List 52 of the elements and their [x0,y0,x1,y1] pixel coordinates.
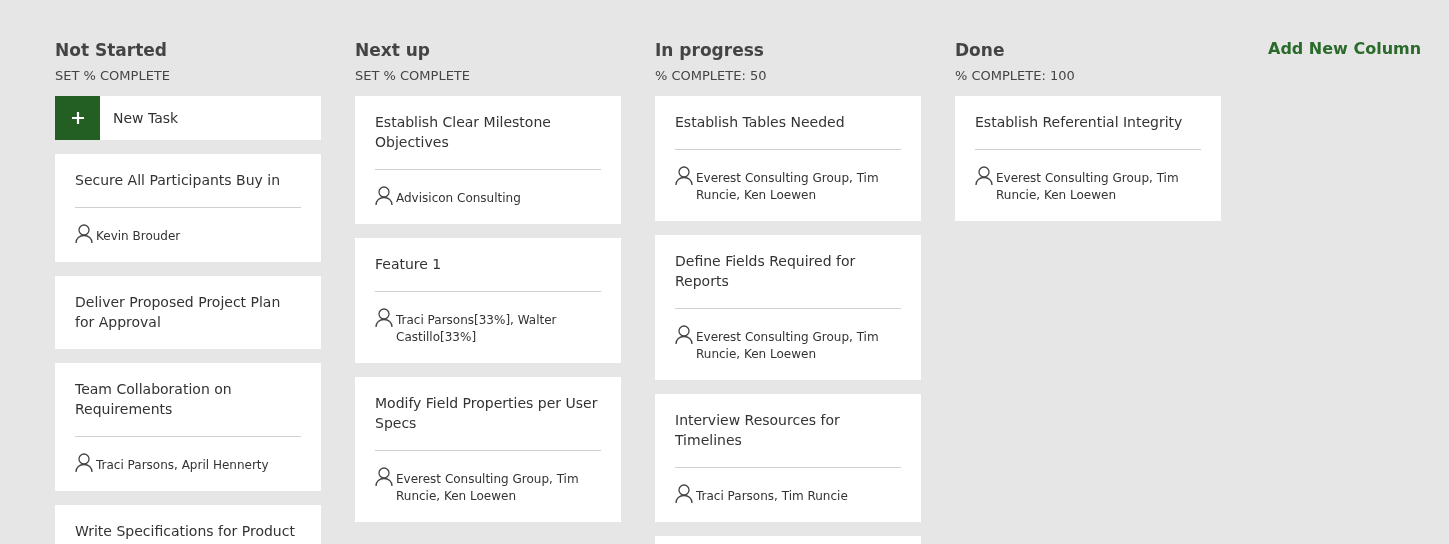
task-card[interactable]: Secure All Participants Buy in Kevin Brouder [55,154,321,262]
person-icon [675,325,693,345]
column-title: In progress [655,39,765,62]
assignees: Traci Parsons, Tim Runcie [696,488,848,505]
person-icon [375,186,393,206]
person-icon [675,484,693,504]
percent-complete-label[interactable]: SET % COMPLETE [355,67,621,85]
task-title: Modify Field Properties per User Specs [375,394,599,433]
task-card[interactable]: Interview Resources for Timelines Traci Parsons, Tim Runcie [655,394,921,522]
percent-complete-label[interactable]: % COMPLETE: 100 [955,67,1221,85]
task-title: Establish Referential Integrity [975,113,1184,132]
task-card[interactable]: Deliver Proposed Project Plan for Approval [55,276,321,349]
task-card[interactable]: Establish Tables Needed Everest Consulting Group, Tim Runcie, Ken Loewen [655,96,921,221]
assignees: Advisicon Consulting [396,190,521,207]
task-title: Write Specifications for Product [75,522,296,541]
person-icon [375,467,393,487]
new-task-button[interactable]: New Task [55,96,321,140]
task-title: Deliver Proposed Project Plan for Approval [75,293,282,332]
task-card[interactable]: Establish Clear Milestone Objectives Advisicon Consulting [355,96,621,224]
task-title: Feature 1 [375,255,443,274]
column-title: Not Started [55,39,168,62]
assignees: Everest Consulting Group, Tim Runcie, Ken Loewen [696,329,880,363]
person-icon [675,166,693,186]
new-task-label: New Task [113,110,179,126]
percent-complete-label[interactable]: SET % COMPLETE [55,67,321,85]
task-title: Establish Tables Needed [675,113,846,132]
person-icon [75,224,93,244]
task-card[interactable]: Team Collaboration on Requirements Traci Parsons, April Hennerty [55,363,321,491]
person-icon [375,308,393,328]
task-card[interactable]: Feature 1 Traci Parsons[33%], Walter Castillo[33%] [355,238,621,363]
task-title: Interview Resources for Timelines [675,411,841,450]
assignees: Everest Consulting Group, Tim Runcie, Ken Loewen [696,170,880,204]
task-card[interactable]: Define Fields Required for Reports Everest Consulting Group, Tim Runcie, Ken Loewen [655,235,921,380]
task-title: Secure All Participants Buy in [75,171,282,190]
percent-complete-label[interactable]: % COMPLETE: 50 [655,67,921,85]
person-icon [975,166,993,186]
task-title: Team Collaboration on Requirements [75,380,233,419]
column-title: Next up [355,39,432,62]
task-title: Establish Clear Milestone Objectives [375,113,552,152]
assignees: Everest Consulting Group, Tim Runcie, Ken Loewen [396,471,580,505]
person-icon [75,453,93,473]
task-card[interactable]: Establish Referential Integrity Everest Consulting Group, Tim Runcie, Ken Loewen [955,96,1221,221]
assignees: Everest Consulting Group, Tim Runcie, Ken Loewen [996,170,1180,204]
assignees: Traci Parsons[33%], Walter Castillo[33%] [396,312,558,346]
task-card[interactable]: Modify Field Properties per User Specs Everest Consulting Group, Tim Runcie, Ken Loewen [355,377,621,522]
assignees: Kevin Brouder [96,228,181,245]
add-new-column-link[interactable]: Add New Column [1268,39,1422,58]
task-title: Define Fields Required for Reports [675,252,857,291]
column-title: Done [955,39,1006,62]
plus-icon [55,96,100,140]
assignees: Traci Parsons, April Hennerty [96,457,269,474]
task-card[interactable]: Write Specifications for Product [55,505,321,544]
